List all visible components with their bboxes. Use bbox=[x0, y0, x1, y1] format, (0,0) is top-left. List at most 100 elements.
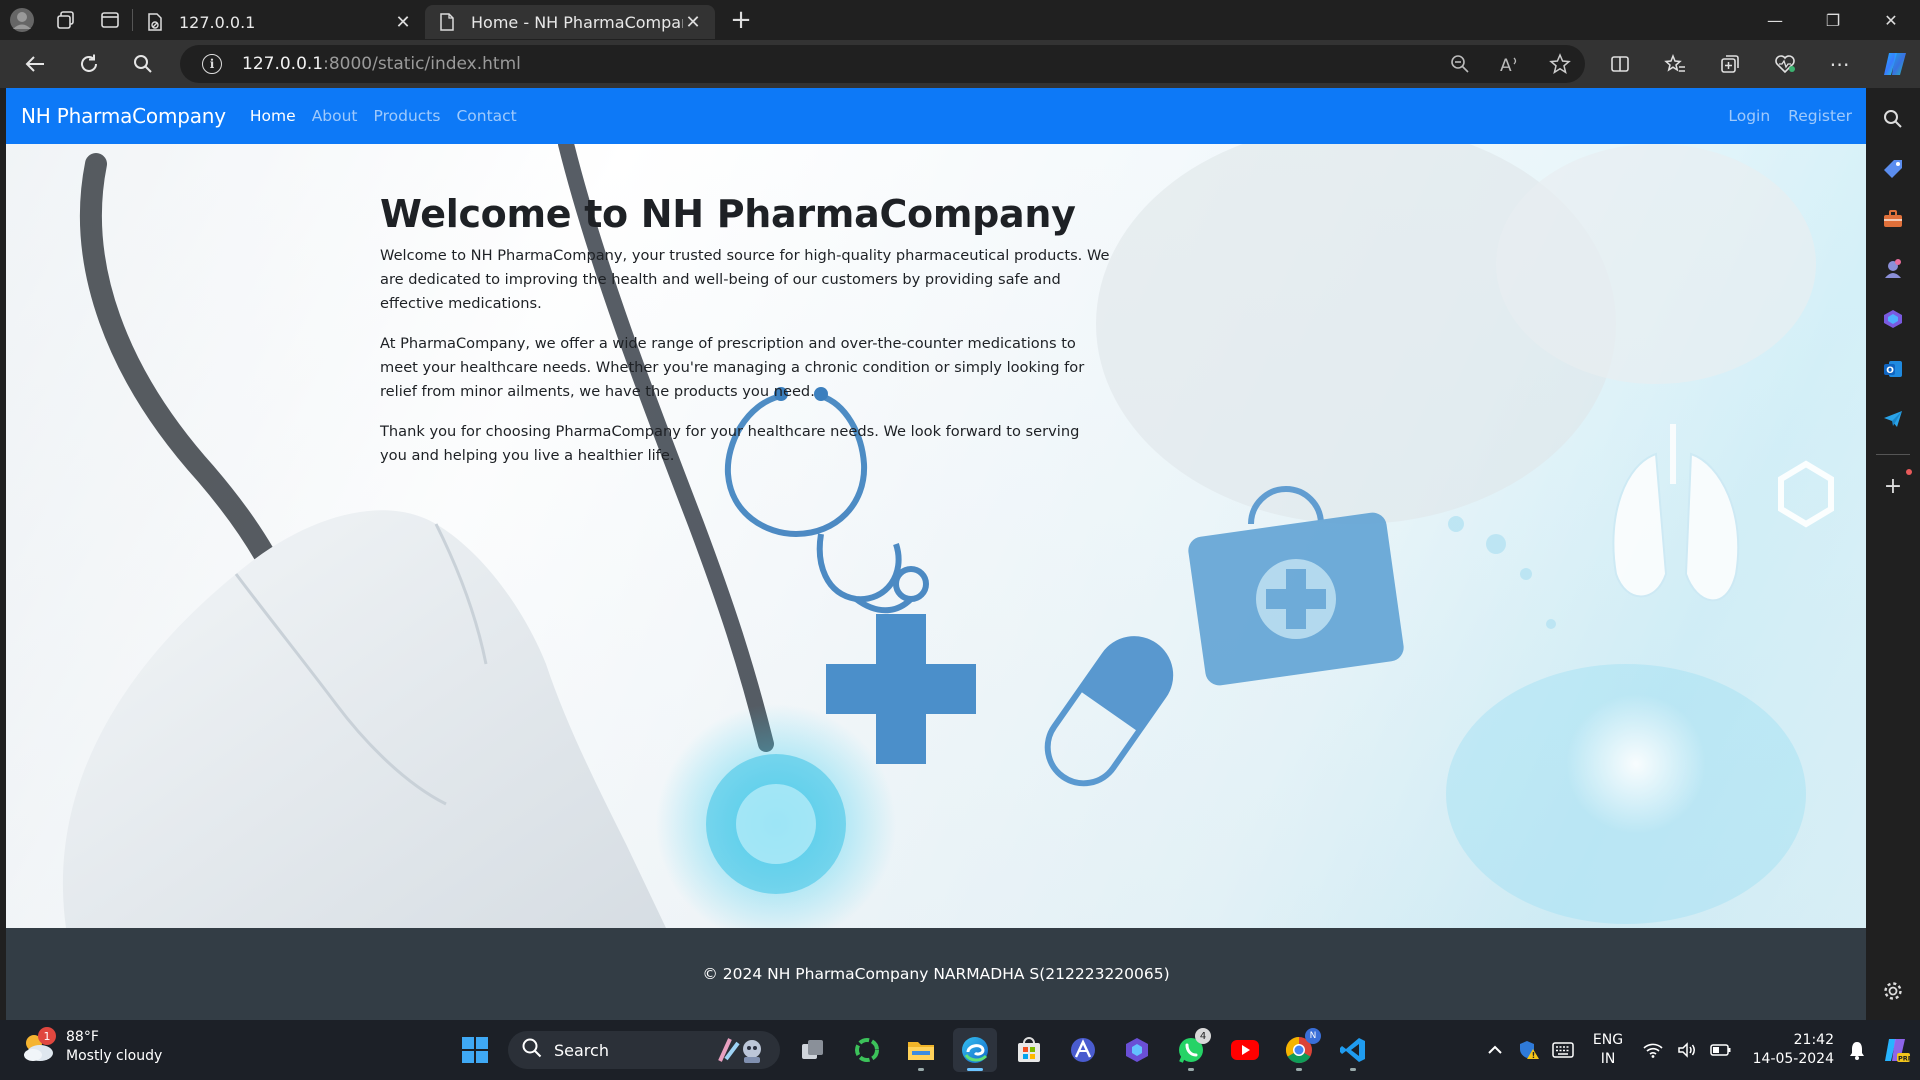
copilot-sidebar-icon[interactable] bbox=[1874, 300, 1912, 338]
restore-icon[interactable]: ❐ bbox=[1804, 0, 1862, 40]
favorite-star-icon[interactable] bbox=[1535, 53, 1585, 75]
taskbar-search-label: Search bbox=[554, 1040, 609, 1060]
taskbar-search-icon bbox=[522, 1038, 542, 1063]
shopping-tag-icon[interactable] bbox=[1874, 150, 1912, 188]
collections-icon[interactable] bbox=[1702, 54, 1757, 74]
close-tab-icon[interactable]: ✕ bbox=[683, 12, 703, 33]
vscode-icon[interactable] bbox=[1331, 1028, 1375, 1072]
copilot-preview-icon[interactable]: PRE bbox=[1874, 1037, 1920, 1063]
taskbar-apps: Search 4 N bbox=[448, 1028, 1380, 1072]
whatsapp-icon[interactable]: 4 bbox=[1169, 1028, 1213, 1072]
file-explorer-icon[interactable] bbox=[899, 1028, 943, 1072]
more-options-icon[interactable]: ⋯ bbox=[1812, 52, 1867, 76]
search-highlight-icon bbox=[716, 1035, 772, 1069]
minimize-icon[interactable]: — bbox=[1746, 0, 1804, 40]
sidebar-settings-gear-icon[interactable] bbox=[1874, 972, 1912, 1010]
weather-alert-badge: 1 bbox=[38, 1027, 56, 1045]
site-info-icon[interactable]: i bbox=[202, 54, 222, 74]
windows-taskbar: 1 88°F Mostly cloudy Search 4 N ! ENG IN… bbox=[0, 1020, 1920, 1080]
search-icon[interactable] bbox=[116, 44, 170, 84]
sidebar-separator bbox=[1876, 454, 1910, 455]
site-brand-link[interactable]: NH PharmaCompany bbox=[21, 104, 226, 128]
sync-app-icon[interactable] bbox=[845, 1028, 889, 1072]
zoom-out-icon[interactable] bbox=[1435, 54, 1485, 74]
address-bar-actions: A bbox=[1435, 45, 1585, 83]
copilot-icon[interactable] bbox=[1867, 50, 1920, 78]
running-indicator bbox=[1350, 1068, 1356, 1071]
microsoft-store-icon[interactable] bbox=[1007, 1028, 1051, 1072]
creative-app-icon[interactable] bbox=[1061, 1028, 1105, 1072]
close-window-icon[interactable]: ✕ bbox=[1862, 0, 1920, 40]
read-aloud-icon[interactable]: A bbox=[1485, 54, 1535, 74]
web-page-viewport: NH PharmaCompany Home About Products Con… bbox=[6, 88, 1866, 1020]
workspaces-icon[interactable] bbox=[44, 0, 88, 40]
svg-text:O: O bbox=[1886, 366, 1894, 376]
nav-link-products[interactable]: Products bbox=[374, 107, 441, 125]
register-link[interactable]: Register bbox=[1788, 107, 1852, 125]
copilot-taskbar-icon[interactable] bbox=[1115, 1028, 1159, 1072]
keyboard-icon[interactable] bbox=[1546, 1042, 1580, 1058]
svg-text:PRE: PRE bbox=[1898, 1055, 1911, 1063]
system-tray: ! ENG IN 21:42 14-05-2024 PRE bbox=[1478, 1020, 1920, 1080]
login-link[interactable]: Login bbox=[1728, 107, 1770, 125]
tab-home[interactable]: Home - NH PharmaCompany ✕ bbox=[425, 5, 715, 39]
tab-localhost[interactable]: 127.0.0.1 ✕ bbox=[133, 5, 425, 39]
language-code: ENG bbox=[1592, 1032, 1624, 1048]
running-indicator bbox=[967, 1068, 983, 1071]
taskbar-search-box[interactable]: Search bbox=[508, 1031, 780, 1069]
system-clock[interactable]: 21:42 14-05-2024 bbox=[1738, 1031, 1834, 1069]
input-language-indicator[interactable]: ENG IN bbox=[1580, 1031, 1636, 1069]
address-bar[interactable]: i 127.0.0.1:8000/static/index.html A bbox=[180, 45, 1585, 83]
back-icon[interactable] bbox=[8, 44, 62, 84]
wifi-icon[interactable] bbox=[1636, 1042, 1670, 1058]
split-screen-icon[interactable] bbox=[1592, 54, 1647, 74]
nav-link-home[interactable]: Home bbox=[250, 107, 296, 125]
partly-cloudy-icon: 1 bbox=[20, 1027, 56, 1065]
battery-icon[interactable] bbox=[1704, 1043, 1738, 1057]
telegram-send-icon[interactable] bbox=[1874, 400, 1912, 438]
browser-toolbar: i 127.0.0.1:8000/static/index.html A ⋯ bbox=[0, 40, 1920, 88]
running-indicator bbox=[1188, 1068, 1194, 1071]
clock-time: 21:42 bbox=[1793, 1032, 1834, 1048]
show-hidden-icons-chevron-icon[interactable] bbox=[1478, 1045, 1512, 1055]
chrome-icon[interactable]: N bbox=[1277, 1028, 1321, 1072]
sidebar-search-icon[interactable] bbox=[1874, 100, 1912, 138]
url-text[interactable]: 127.0.0.1:8000/static/index.html bbox=[242, 54, 521, 74]
browser-essentials-icon[interactable] bbox=[1757, 54, 1812, 74]
weather-temperature: 88°F bbox=[66, 1029, 99, 1045]
running-indicator bbox=[918, 1068, 924, 1071]
running-indicator bbox=[1296, 1068, 1302, 1071]
hero-section: Welcome to NH PharmaCompany Welcome to N… bbox=[6, 144, 1866, 928]
hero-content: Welcome to NH PharmaCompany Welcome to N… bbox=[380, 192, 1110, 484]
tab-title: 127.0.0.1 bbox=[179, 12, 256, 32]
tools-briefcase-icon[interactable] bbox=[1874, 200, 1912, 238]
browser-extensions-bar: ⋯ bbox=[1592, 44, 1920, 84]
windows-start-icon[interactable] bbox=[453, 1028, 497, 1072]
browser-tab-strip: 127.0.0.1 ✕ Home - NH PharmaCompany ✕ + … bbox=[0, 0, 1920, 40]
main-nav: Home About Products Contact bbox=[250, 107, 533, 125]
close-tab-icon[interactable]: ✕ bbox=[393, 12, 413, 33]
hero-heading: Welcome to NH PharmaCompany bbox=[380, 192, 1076, 236]
tab-actions-icon[interactable] bbox=[88, 0, 132, 40]
edge-browser-icon[interactable] bbox=[953, 1028, 997, 1072]
refresh-icon[interactable] bbox=[62, 44, 116, 84]
task-view-icon[interactable] bbox=[791, 1028, 835, 1072]
youtube-icon[interactable] bbox=[1223, 1028, 1267, 1072]
outlook-icon[interactable]: O bbox=[1874, 350, 1912, 388]
weather-widget[interactable]: 1 88°F Mostly cloudy bbox=[20, 1027, 162, 1066]
window-controls: — ❐ ✕ bbox=[1746, 0, 1920, 40]
nav-link-about[interactable]: About bbox=[312, 107, 358, 125]
profile-avatar-icon[interactable] bbox=[0, 0, 44, 40]
games-icon[interactable] bbox=[1874, 250, 1912, 288]
favorites-icon[interactable] bbox=[1647, 54, 1702, 74]
new-tab-button[interactable]: + bbox=[721, 0, 761, 40]
page-restricted-icon bbox=[145, 12, 165, 32]
chrome-profile-badge: N bbox=[1305, 1028, 1321, 1044]
nav-link-contact[interactable]: Contact bbox=[456, 107, 516, 125]
hero-paragraph-3: Thank you for choosing PharmaCompany for… bbox=[380, 422, 1080, 464]
notification-bell-icon[interactable] bbox=[1840, 1040, 1874, 1060]
add-sidebar-app-icon[interactable]: + bbox=[1874, 467, 1912, 505]
whatsapp-unread-badge: 4 bbox=[1195, 1028, 1211, 1044]
security-warning-icon[interactable]: ! bbox=[1512, 1039, 1546, 1061]
volume-icon[interactable] bbox=[1670, 1042, 1704, 1058]
